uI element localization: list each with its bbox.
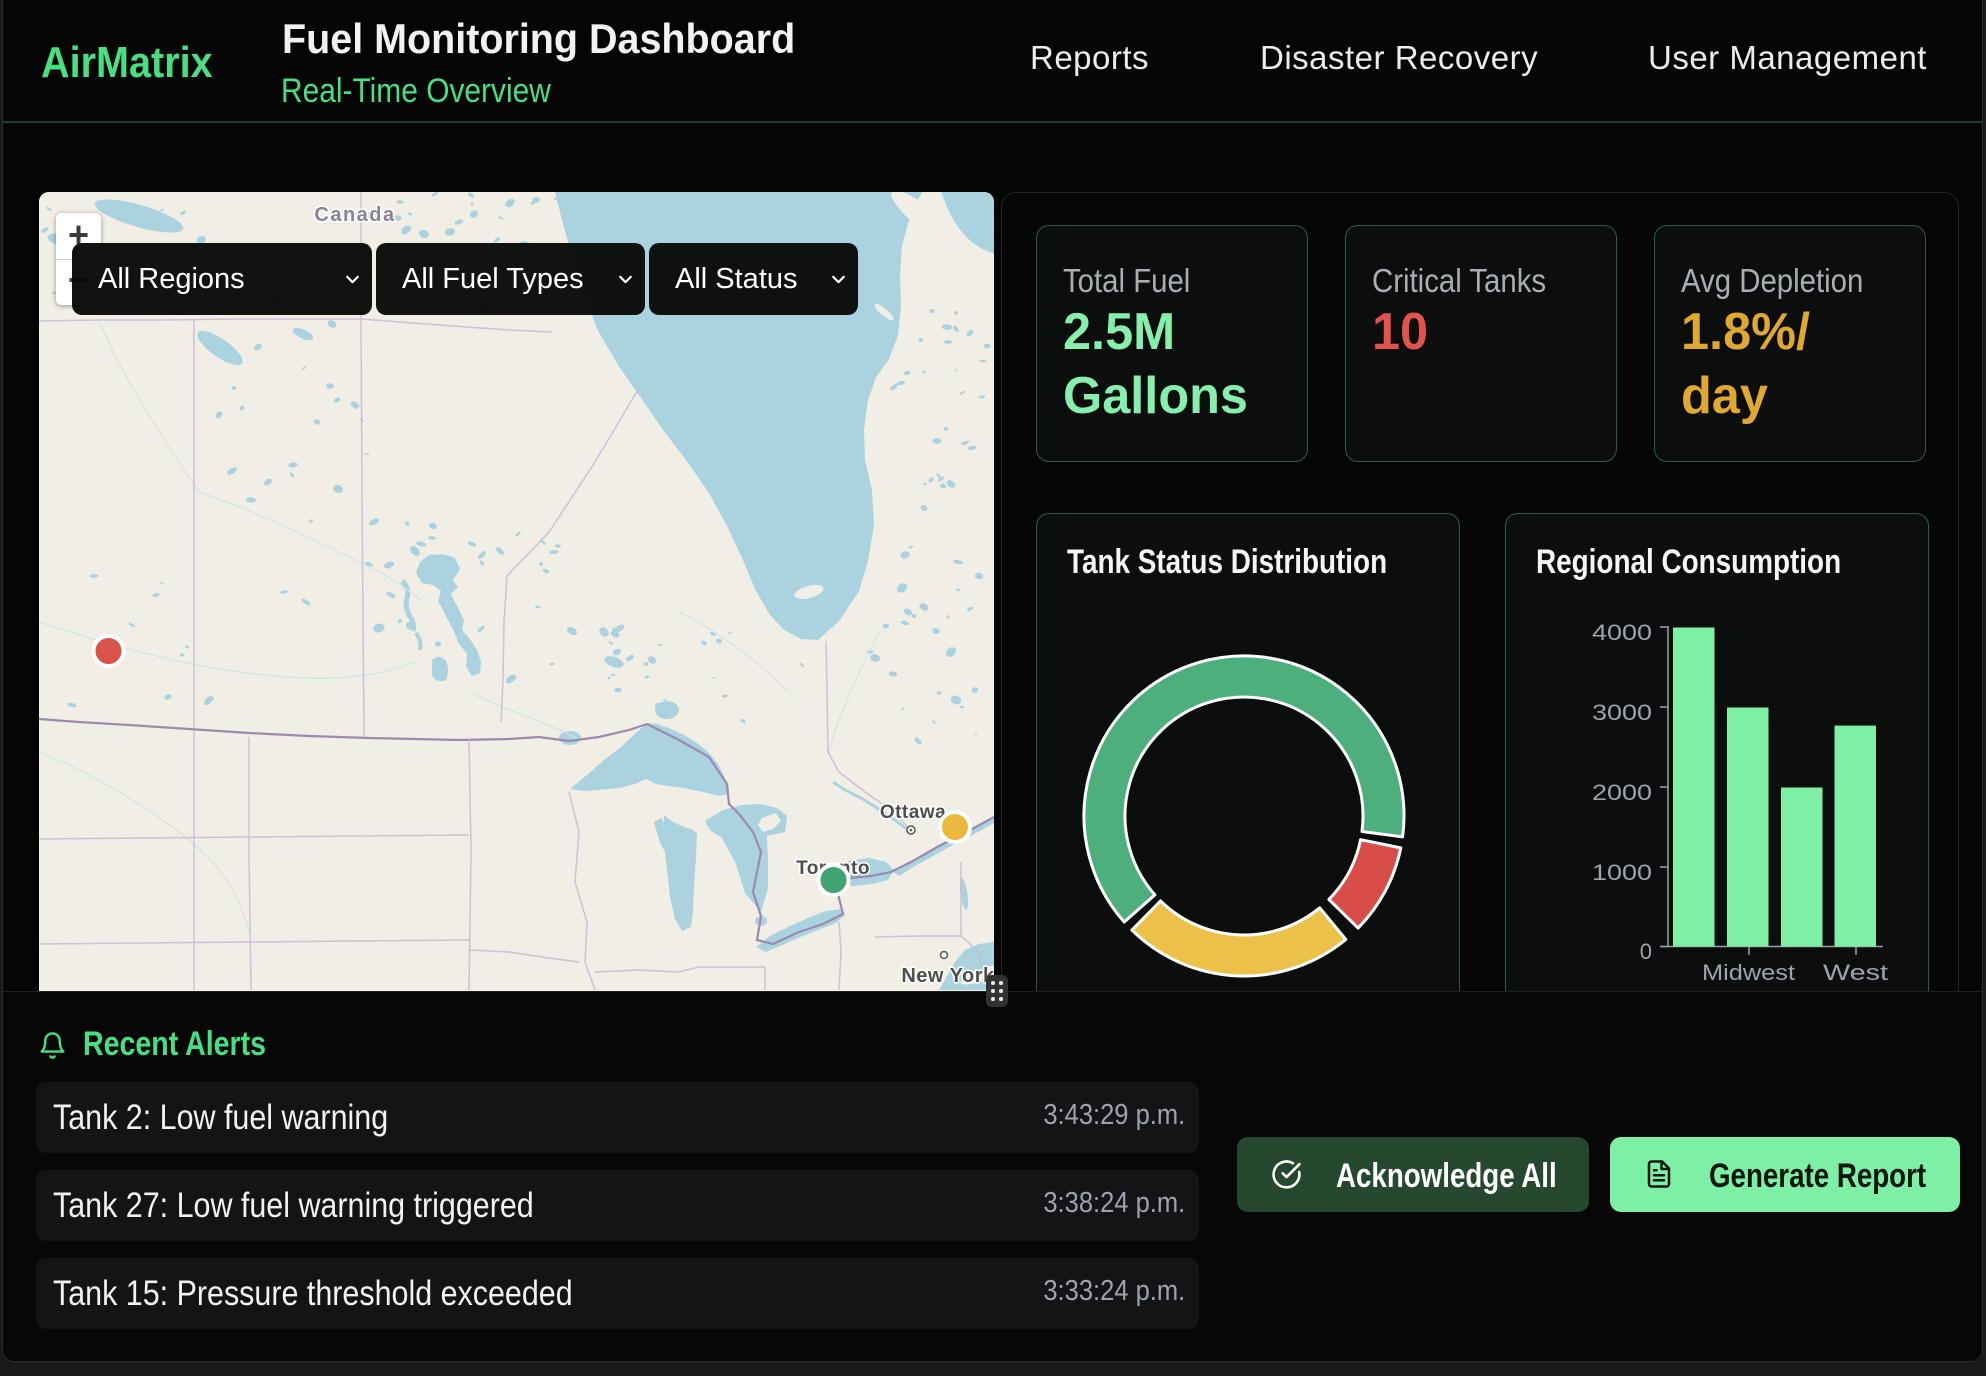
- svg-text:3000: 3000: [1592, 700, 1652, 725]
- svg-text:Canada: Canada: [314, 204, 395, 226]
- svg-text:0: 0: [1640, 939, 1652, 964]
- svg-text:Midwest: Midwest: [1702, 960, 1795, 985]
- svg-text:4000: 4000: [1592, 620, 1652, 645]
- svg-text:New York: New York: [901, 965, 994, 987]
- svg-text:1000: 1000: [1592, 860, 1652, 885]
- svg-text:West: West: [1823, 960, 1888, 985]
- svg-text:Ottawa: Ottawa: [880, 802, 946, 823]
- svg-text:2000: 2000: [1592, 780, 1652, 805]
